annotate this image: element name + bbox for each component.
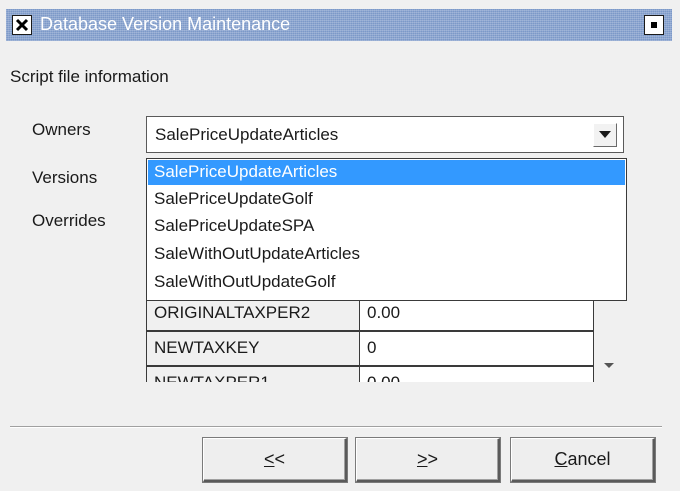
close-icon[interactable] [12, 15, 32, 35]
maximize-icon[interactable] [644, 15, 664, 35]
table-row[interactable]: NEWTAXPER1 0.00 [146, 366, 594, 382]
owners-dropdown-list[interactable]: SalePriceUpdateArticles SalePriceUpdateG… [146, 158, 627, 301]
cancel-button-label: ancel [567, 449, 611, 469]
table-cell-key: NEWTAXPER1 [146, 366, 360, 382]
owners-label: Owners [32, 120, 91, 139]
overrides-table: ORIGINALTAXPER2 0.00 NEWTAXKEY 0 NEWTAXP… [146, 296, 594, 382]
database-version-maintenance-window: Database Version Maintenance Script file… [0, 0, 680, 491]
section-title: Script file information [10, 67, 169, 86]
owners-combobox-value: SalePriceUpdateArticles [155, 125, 339, 144]
next-button[interactable]: >> [356, 438, 500, 482]
versions-label: Versions [32, 168, 98, 187]
table-row[interactable]: ORIGINALTAXPER2 0.00 [146, 296, 594, 331]
dropdown-item[interactable]: SaleWithOutUpdateArticles [148, 242, 625, 267]
table-row[interactable]: NEWTAXKEY 0 [146, 331, 594, 366]
window-title: Database Version Maintenance [40, 14, 291, 34]
dropdown-item[interactable]: SalePriceUpdateGolf [148, 187, 625, 212]
dropdown-item[interactable]: SaleWithOutUpdateGolf [148, 270, 625, 295]
title-bar[interactable]: Database Version Maintenance [6, 9, 672, 41]
table-cell-value[interactable]: 0 [360, 331, 594, 366]
table-cell-key: ORIGINALTAXPER2 [146, 296, 360, 331]
dropdown-item[interactable]: SalePriceUpdateArticles [148, 160, 625, 185]
next-button-label: > [427, 449, 439, 469]
table-cell-value[interactable]: 0.00 [360, 296, 594, 331]
table-cell-value[interactable]: 0.00 [360, 366, 594, 382]
previous-button[interactable]: << [203, 438, 347, 482]
owners-combobox[interactable]: SalePriceUpdateArticles [146, 116, 624, 153]
previous-button-label: < [274, 449, 286, 469]
next-button-mnemonic: > [416, 449, 428, 469]
cancel-button[interactable]: Cancel [511, 438, 655, 482]
dropdown-item[interactable]: SalePriceUpdateSPA [148, 214, 625, 239]
cancel-button-mnemonic: C [554, 449, 568, 469]
previous-button-mnemonic: < [263, 449, 275, 469]
scroll-down-arrow-icon[interactable] [604, 363, 614, 369]
overrides-label: Overrides [32, 211, 106, 230]
separator [10, 426, 662, 428]
chevron-down-icon[interactable] [593, 123, 617, 147]
table-cell-key: NEWTAXKEY [146, 331, 360, 366]
